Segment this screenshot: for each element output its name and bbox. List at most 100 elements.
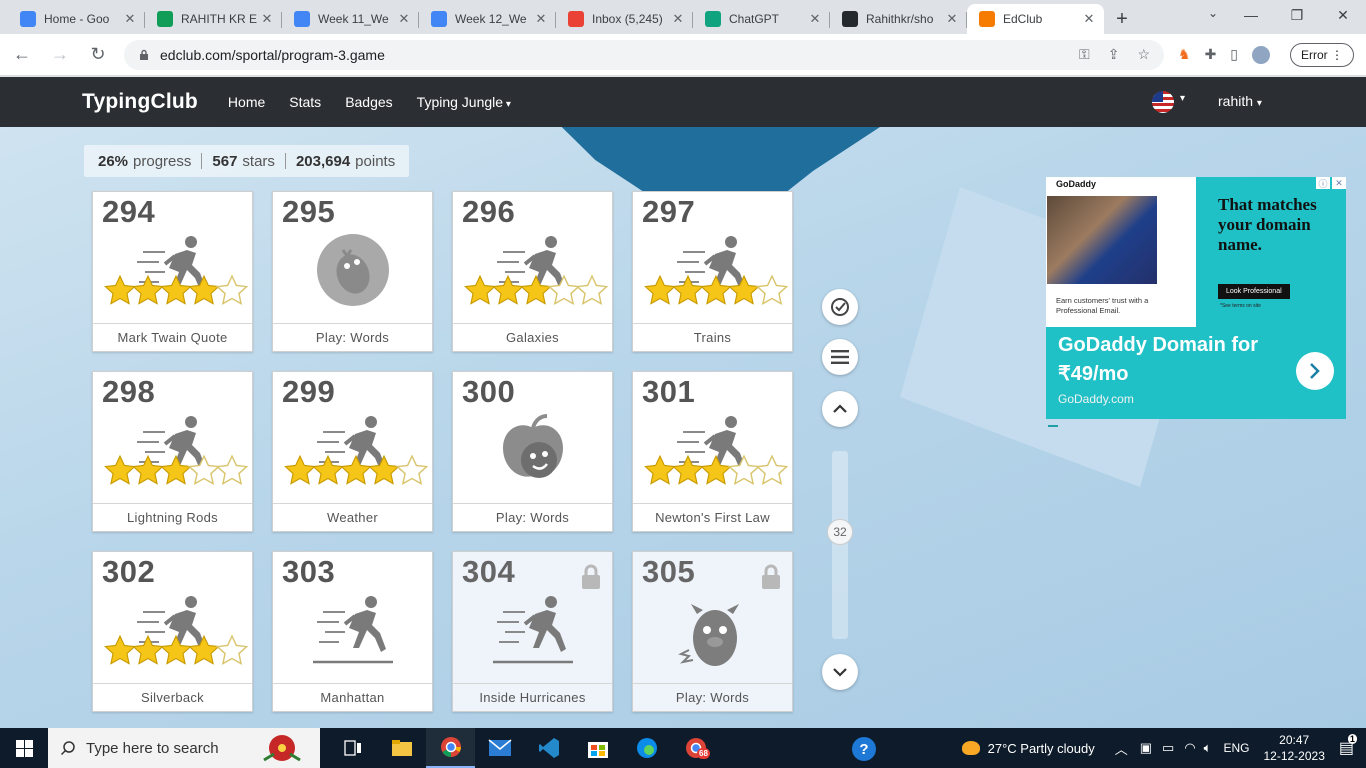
lesson-card[interactable]: 299 Weather <box>272 371 433 532</box>
progress-summary: 26% progress 567 stars 203,694 points <box>84 145 410 177</box>
tab-close-icon[interactable]: ✕ <box>1082 11 1096 27</box>
nav-home[interactable]: Home <box>228 94 265 110</box>
lesson-card[interactable]: 296 Galaxies <box>452 191 613 352</box>
lesson-card[interactable]: 294 Mark Twain Quote <box>92 191 253 352</box>
nav-typing-jungle[interactable]: Typing Jungle <box>417 94 511 110</box>
side-panel-icon[interactable]: ▯ <box>1230 46 1238 63</box>
chrome-icon[interactable] <box>426 728 475 768</box>
share-icon[interactable]: ⇪ <box>1108 46 1120 63</box>
tab-close-icon[interactable]: ✕ <box>808 11 822 27</box>
us-flag-icon[interactable] <box>1152 91 1174 113</box>
help-icon[interactable]: ? <box>852 737 876 761</box>
menu-button[interactable] <box>822 339 858 375</box>
tab-close-icon[interactable]: ✕ <box>397 11 411 27</box>
clock[interactable]: 20:47 12-12-2023 <box>1263 732 1324 764</box>
maximize-button[interactable]: ❐ <box>1274 0 1320 30</box>
lesson-card[interactable]: 302 Silverback <box>92 551 253 712</box>
windows-start-button[interactable] <box>0 728 48 768</box>
star-filled-icon <box>643 274 676 313</box>
tab-close-icon[interactable]: ✕ <box>671 11 685 27</box>
mail-icon[interactable] <box>475 728 524 768</box>
progress-percent: 26% <box>98 152 129 170</box>
scroll-up-button[interactable] <box>822 391 858 427</box>
weather-icon[interactable] <box>961 741 980 755</box>
lesson-card[interactable]: 300 Play: Words <box>452 371 613 532</box>
file-explorer-icon[interactable] <box>377 728 426 768</box>
profile-avatar-icon[interactable] <box>1252 45 1271 64</box>
info-icon[interactable]: ⓘ <box>1316 177 1330 189</box>
back-button[interactable]: ← <box>6 44 38 65</box>
advertisement[interactable]: GoDaddy Earn customers' trust with a Pro… <box>1046 177 1346 419</box>
tab-close-icon[interactable]: ✕ <box>260 11 274 27</box>
ad-next-button[interactable] <box>1296 352 1334 390</box>
lesson-card[interactable]: 301 Newton's First Law <box>632 371 793 532</box>
ad-cta-button[interactable]: Look Professional <box>1218 284 1290 299</box>
chevron-up-icon[interactable]: ︿ <box>1115 739 1128 758</box>
chevron-right-icon <box>1310 363 1320 379</box>
tab-title: EdClub <box>1003 12 1043 26</box>
nav-badges[interactable]: Badges <box>345 94 392 110</box>
edge-icon[interactable] <box>622 728 671 768</box>
ad-indicator <box>1048 425 1058 427</box>
tab-search-chevron-icon[interactable]: ⌄ <box>1208 6 1218 20</box>
volume-icon[interactable]: 🔈︎ <box>1204 740 1212 756</box>
tab-close-icon[interactable]: ✕ <box>123 11 137 27</box>
new-tab-button[interactable]: + <box>1104 4 1140 34</box>
browser-tab[interactable]: Week 12_We ✕ <box>419 4 556 34</box>
browser-tab[interactable]: Rahithkr/sho ✕ <box>830 4 967 34</box>
lesson-map: 26% progress 567 stars 203,694 points 294 Ma… <box>0 127 1366 728</box>
address-bar[interactable]: edclub.com/sportal/program-3.game ⚿ ⇪ ☆ <box>124 39 1164 70</box>
forward-button[interactable]: → <box>44 44 76 65</box>
close-window-button[interactable]: ✕ <box>1320 0 1366 30</box>
close-icon[interactable]: ✕ <box>1332 177 1346 189</box>
typingclub-logo[interactable]: TypingClub <box>82 90 198 114</box>
browser-tab[interactable]: RAHITH KR E ✕ <box>145 4 282 34</box>
browser-tab[interactable]: EdClub ✕ <box>967 4 1104 34</box>
completed-filter-button[interactable] <box>822 289 858 325</box>
star-filled-icon <box>159 274 192 313</box>
task-view-icon[interactable] <box>328 728 377 768</box>
chrome-profile-icon[interactable]: 68 <box>671 728 720 768</box>
notification-center-icon[interactable]: ▤ 1 <box>1339 734 1357 758</box>
browser-tab[interactable]: ChatGPT ✕ <box>693 4 830 34</box>
star-filled-icon <box>671 274 704 313</box>
browser-tab[interactable]: Inbox (5,245) ✕ <box>556 4 693 34</box>
extension-fox-icon[interactable]: ♞ <box>1178 46 1191 63</box>
scroll-down-button[interactable] <box>822 654 858 690</box>
ad-choices[interactable]: ⓘ ✕ <box>1316 177 1346 189</box>
browser-tab[interactable]: Week 11_We ✕ <box>282 4 419 34</box>
scroll-track[interactable] <box>832 451 848 639</box>
reload-button[interactable]: ↻ <box>82 44 114 65</box>
language-indicator[interactable]: ENG <box>1223 741 1249 755</box>
extensions-puzzle-icon[interactable]: ✚ <box>1205 46 1217 63</box>
battery-icon[interactable]: ▭ <box>1162 740 1174 756</box>
lesson-card[interactable]: 305 Play: Words <box>632 551 793 712</box>
key-icon[interactable]: ⚿ <box>1079 46 1090 63</box>
tab-favicon-icon <box>431 11 447 27</box>
nav-stats[interactable]: Stats <box>289 94 321 110</box>
vscode-icon[interactable] <box>524 728 573 768</box>
tab-close-icon[interactable]: ✕ <box>534 11 548 27</box>
browser-tab[interactable]: Home - Goo ✕ <box>8 4 145 34</box>
lesson-card[interactable]: 303 Manhattan <box>272 551 433 712</box>
lesson-card[interactable]: 295 Play: Words <box>272 191 433 352</box>
lesson-title: Play: Words <box>273 323 432 351</box>
lesson-card[interactable]: 304 Inside Hurricanes <box>452 551 613 712</box>
error-button[interactable]: Error ⋮ <box>1290 42 1355 67</box>
tab-close-icon[interactable]: ✕ <box>945 11 959 27</box>
bookmark-star-icon[interactable]: ☆ <box>1137 46 1150 63</box>
weather-text[interactable]: 27°C Partly cloudy <box>988 741 1095 756</box>
minimize-button[interactable]: — <box>1228 0 1274 30</box>
user-menu[interactable]: rahith ▾ <box>1218 93 1262 109</box>
meet-now-icon[interactable]: ▣ <box>1140 740 1152 756</box>
language-chevron-down-icon[interactable]: ▾ <box>1180 93 1185 104</box>
taskbar-search[interactable]: Type here to search <box>48 728 320 768</box>
store-icon[interactable] <box>573 728 622 768</box>
wifi-icon[interactable]: ◠ <box>1184 740 1195 756</box>
lesson-card[interactable]: 297 Trains <box>632 191 793 352</box>
lesson-grid: 294 Mark Twain Quote 295 Play: Words 296 Gala… <box>92 191 793 712</box>
lock-icon <box>580 564 602 595</box>
lesson-card[interactable]: 298 Lightning Rods <box>92 371 253 532</box>
lesson-number: 302 <box>102 554 156 589</box>
stars-count: 567 <box>212 152 238 170</box>
